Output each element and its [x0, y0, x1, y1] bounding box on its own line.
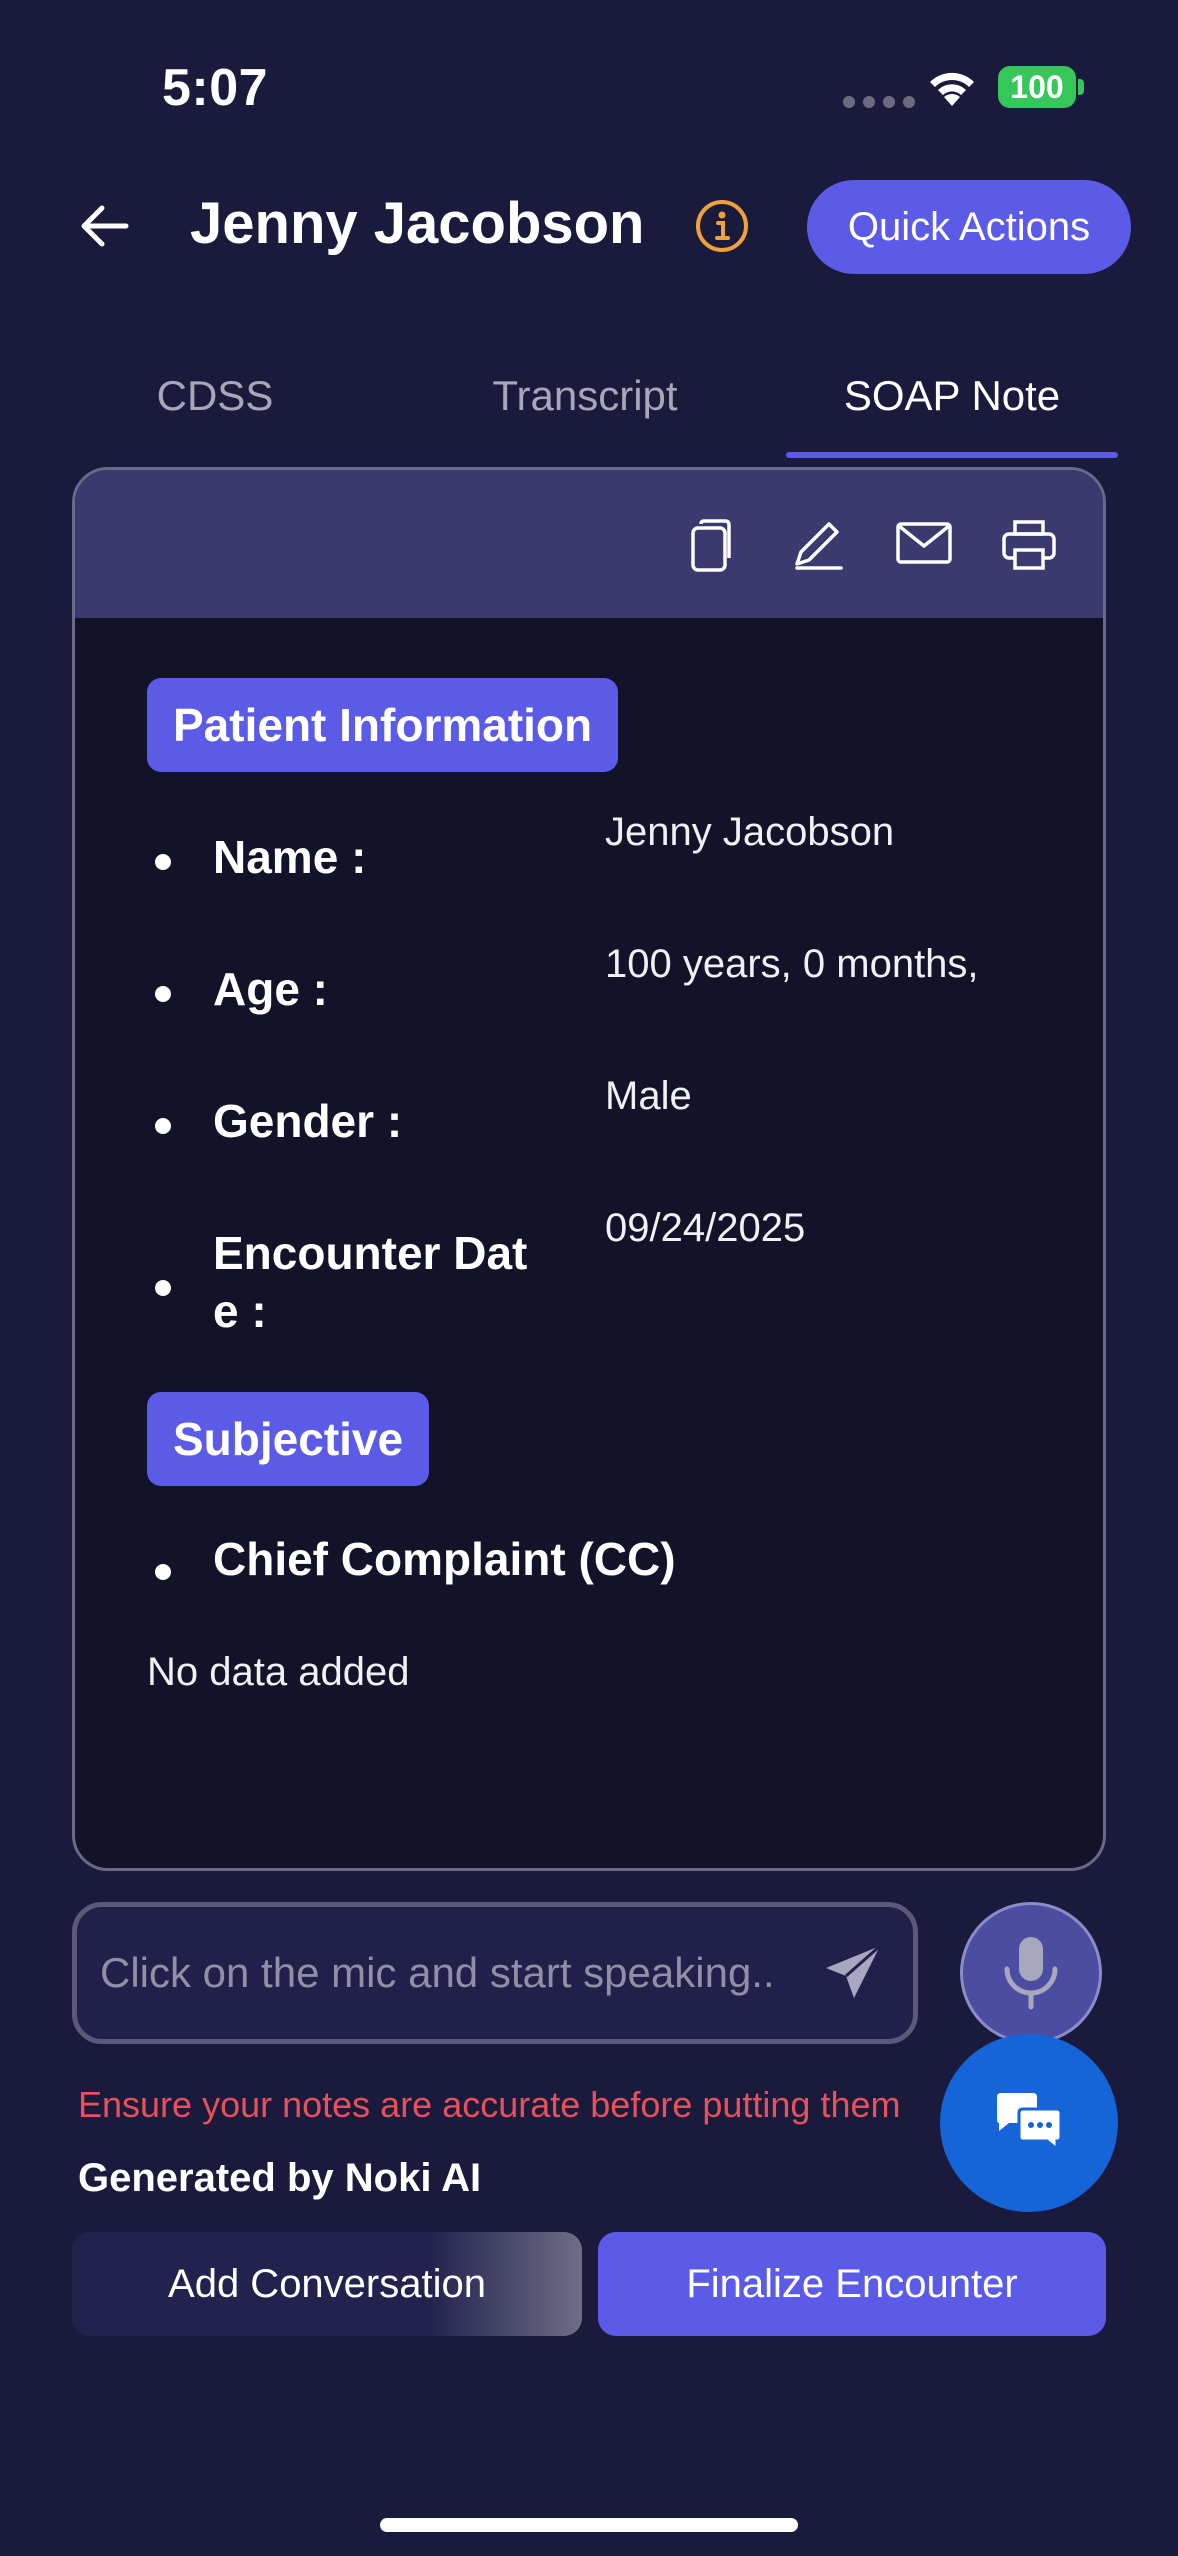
status-time: 5:07: [162, 59, 269, 117]
quick-actions-button[interactable]: Quick Actions: [807, 180, 1131, 274]
microphone-icon: [1004, 1937, 1058, 2010]
cellular-signal-icon: [843, 96, 915, 108]
tab-transcript[interactable]: Transcript: [450, 372, 720, 420]
gender-value: Male: [605, 1074, 692, 1118]
battery-indicator: 100: [998, 66, 1076, 108]
no-data-text: No data added: [147, 1650, 410, 1694]
bullet: [155, 854, 171, 870]
send-icon[interactable]: [822, 1942, 884, 2009]
name-value: Jenny Jacobson: [605, 810, 895, 854]
info-icon[interactable]: [694, 198, 750, 259]
back-arrow-icon[interactable]: [78, 200, 130, 257]
soap-note-card: Patient Information Name : Jenny Jacobso…: [72, 467, 1106, 1871]
encounter-date-value: 09/24/2025: [605, 1206, 806, 1250]
home-indicator[interactable]: [380, 2518, 798, 2532]
add-conversation-button[interactable]: Add Conversation: [72, 2232, 582, 2336]
print-icon[interactable]: [1001, 518, 1057, 577]
subjective-heading: Subjective: [147, 1392, 430, 1486]
copy-icon[interactable]: [687, 518, 735, 579]
speech-input[interactable]: [100, 1930, 780, 2016]
accuracy-disclaimer: Ensure your notes are accurate before pu…: [78, 2084, 901, 2125]
card-toolbar: [75, 470, 1103, 618]
age-value: 100 years, 0 months,: [605, 942, 979, 986]
edit-icon[interactable]: [791, 518, 845, 577]
generated-by-text: Generated by Noki AI: [78, 2156, 482, 2200]
bullet: [155, 1564, 171, 1580]
wifi-icon: [924, 66, 980, 115]
chat-icon: [997, 2093, 1063, 2153]
patient-name-title: Jenny Jacobson: [190, 191, 645, 256]
age-label: Age :: [213, 963, 328, 1015]
mail-icon[interactable]: [895, 518, 953, 573]
microphone-button[interactable]: [960, 1902, 1102, 2044]
bullet: [155, 1118, 171, 1134]
patient-information-heading: Patient Information: [147, 678, 619, 772]
encounter-date-label: Encounter Dat e :: [213, 1227, 528, 1337]
bullet: [155, 986, 171, 1002]
chief-complaint-label: Chief Complaint (CC): [213, 1533, 676, 1585]
name-label: Name :: [213, 831, 367, 883]
finalize-encounter-button[interactable]: Finalize Encounter: [598, 2232, 1106, 2336]
active-tab-indicator: [786, 452, 1118, 458]
tab-soap-note[interactable]: SOAP Note: [786, 372, 1118, 420]
bullet: [155, 1280, 171, 1296]
chat-button[interactable]: [940, 2034, 1118, 2212]
battery-nub: [1078, 79, 1084, 95]
tab-cdss[interactable]: CDSS: [100, 372, 330, 420]
gender-label: Gender :: [213, 1095, 403, 1147]
